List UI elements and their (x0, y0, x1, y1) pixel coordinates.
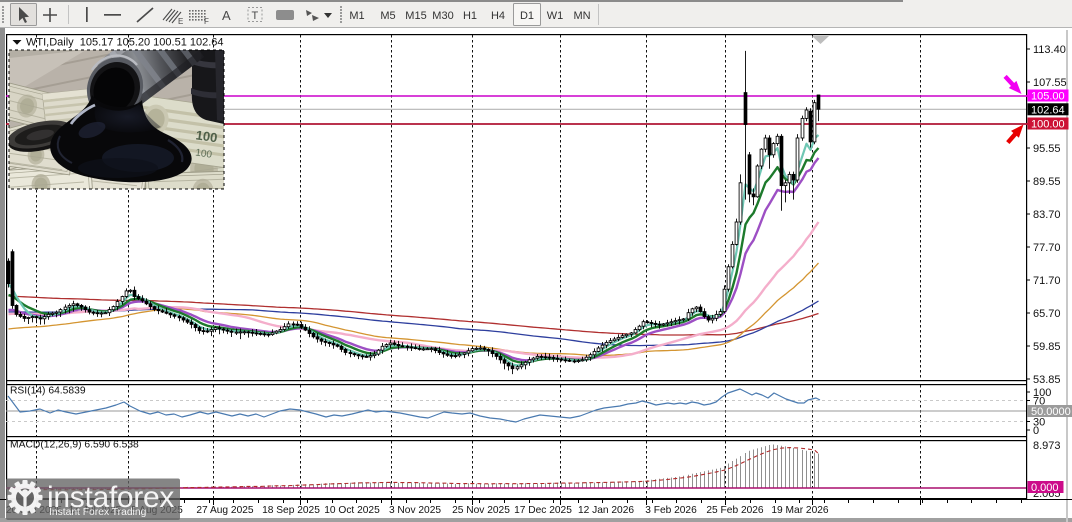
svg-text:50.0000: 50.0000 (1031, 406, 1071, 418)
svg-text:10 Oct 2025: 10 Oct 2025 (324, 505, 380, 516)
svg-text:71.70: 71.70 (1033, 275, 1061, 287)
svg-text:RSI(14) 64.5839: RSI(14) 64.5839 (10, 386, 86, 397)
svg-text:95.55: 95.55 (1033, 143, 1061, 155)
svg-text:M30: M30 (432, 10, 453, 22)
svg-text:100.00: 100.00 (1031, 119, 1065, 131)
svg-text:0: 0 (1033, 425, 1039, 437)
svg-text:59.85: 59.85 (1033, 341, 1061, 353)
svg-text:M1: M1 (349, 10, 364, 22)
svg-text:D1: D1 (520, 10, 534, 22)
svg-text:102.64: 102.64 (1031, 105, 1065, 117)
svg-text:T: T (252, 10, 259, 22)
svg-text:H1: H1 (463, 10, 477, 22)
svg-text:107.55: 107.55 (1033, 77, 1067, 89)
svg-text:18 Sep 2025: 18 Sep 2025 (262, 505, 320, 516)
svg-text:12 Jan 2026: 12 Jan 2026 (578, 505, 634, 516)
svg-text:Instant Forex Trading: Instant Forex Trading (49, 507, 147, 518)
svg-text:77.70: 77.70 (1033, 242, 1061, 254)
svg-text:113.40: 113.40 (1033, 44, 1066, 56)
svg-text:E: E (178, 17, 183, 26)
svg-text:25 Nov 2025: 25 Nov 2025 (452, 505, 510, 516)
svg-text:M15: M15 (405, 10, 426, 22)
svg-text:W1: W1 (547, 10, 564, 22)
svg-text:3 Feb 2026: 3 Feb 2026 (645, 505, 697, 516)
svg-text:105.00: 105.00 (1031, 91, 1065, 103)
svg-text:MN: MN (573, 10, 590, 22)
svg-text:83.70: 83.70 (1033, 209, 1061, 221)
svg-text:M5: M5 (380, 10, 395, 22)
svg-text:25 Feb 2026: 25 Feb 2026 (706, 505, 764, 516)
svg-text:WTI,Daily 105.17 105.20 100.5: WTI,Daily 105.17 105.20 100.51 102.64 (26, 37, 224, 49)
svg-text:0.000: 0.000 (1031, 482, 1059, 494)
svg-text:A: A (222, 8, 231, 23)
svg-text:H4: H4 (491, 10, 505, 22)
svg-text:100: 100 (195, 127, 219, 145)
svg-text:8.973: 8.973 (1033, 440, 1061, 452)
svg-text:19 Mar 2026: 19 Mar 2026 (771, 505, 829, 516)
svg-text:53.85: 53.85 (1033, 374, 1061, 386)
svg-text:65.70: 65.70 (1033, 308, 1061, 320)
svg-text:17 Dec 2025: 17 Dec 2025 (514, 505, 572, 516)
svg-text:MACD(12,26,9) 6.590 6.538: MACD(12,26,9) 6.590 6.538 (10, 440, 139, 451)
svg-text:27 Aug 2025: 27 Aug 2025 (196, 505, 254, 516)
svg-text:89.55: 89.55 (1033, 176, 1061, 188)
svg-text:F: F (204, 17, 209, 26)
svg-text:3 Nov 2025: 3 Nov 2025 (389, 505, 441, 516)
